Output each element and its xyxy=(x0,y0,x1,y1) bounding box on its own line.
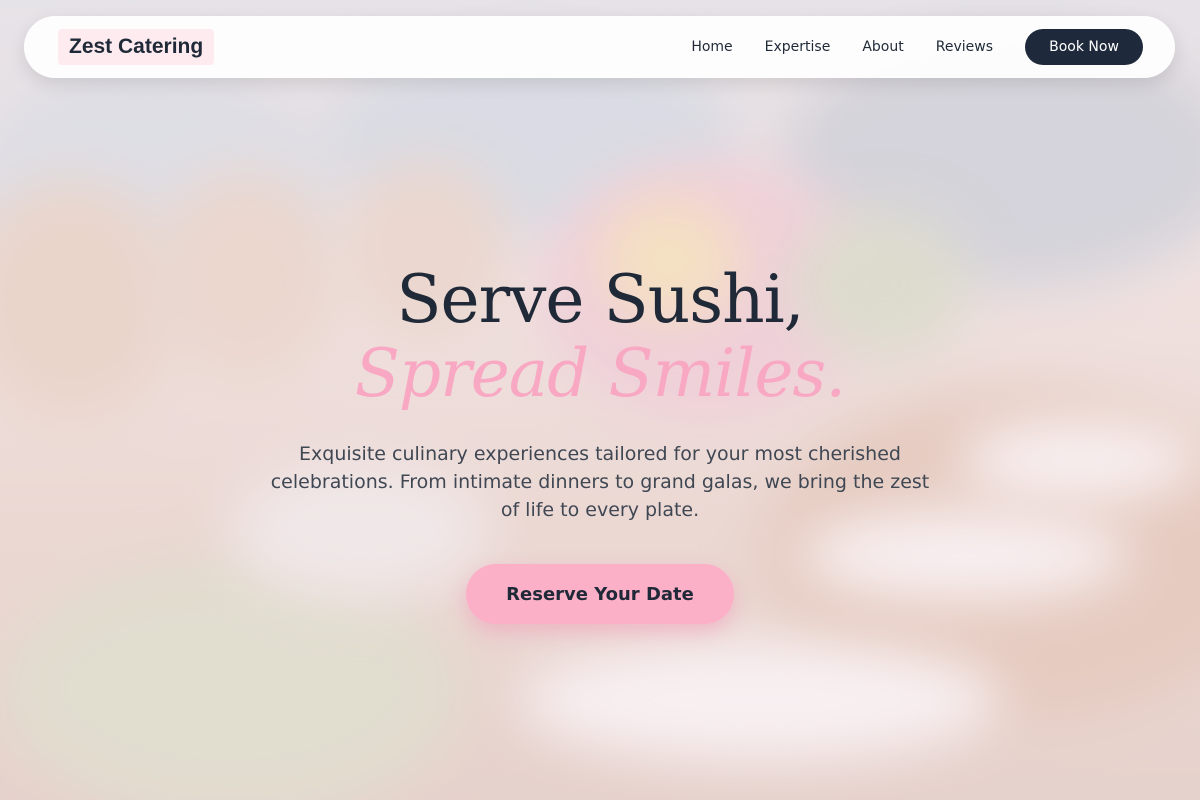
hero-headline-accent: Spread Smiles. xyxy=(354,335,847,412)
reserve-date-button[interactable]: Reserve Your Date xyxy=(466,564,734,624)
top-navbar: Zest Catering Home Expertise About Revie… xyxy=(24,16,1175,78)
brand-logo[interactable]: Zest Catering xyxy=(58,29,215,65)
hero-description: Exquisite culinary experiences tailored … xyxy=(270,443,930,521)
hero-section: Serve Sushi, Spread Smiles. Exquisite cu… xyxy=(0,262,1200,624)
book-now-button[interactable]: Book Now xyxy=(1025,29,1143,65)
hero-headline: Serve Sushi, xyxy=(396,261,804,338)
nav-links: Home Expertise About Reviews Book Now xyxy=(691,29,1143,65)
nav-link-about[interactable]: About xyxy=(862,39,903,55)
nav-link-reviews[interactable]: Reviews xyxy=(936,39,993,55)
nav-link-expertise[interactable]: Expertise xyxy=(765,39,831,55)
nav-link-home[interactable]: Home xyxy=(691,39,732,55)
